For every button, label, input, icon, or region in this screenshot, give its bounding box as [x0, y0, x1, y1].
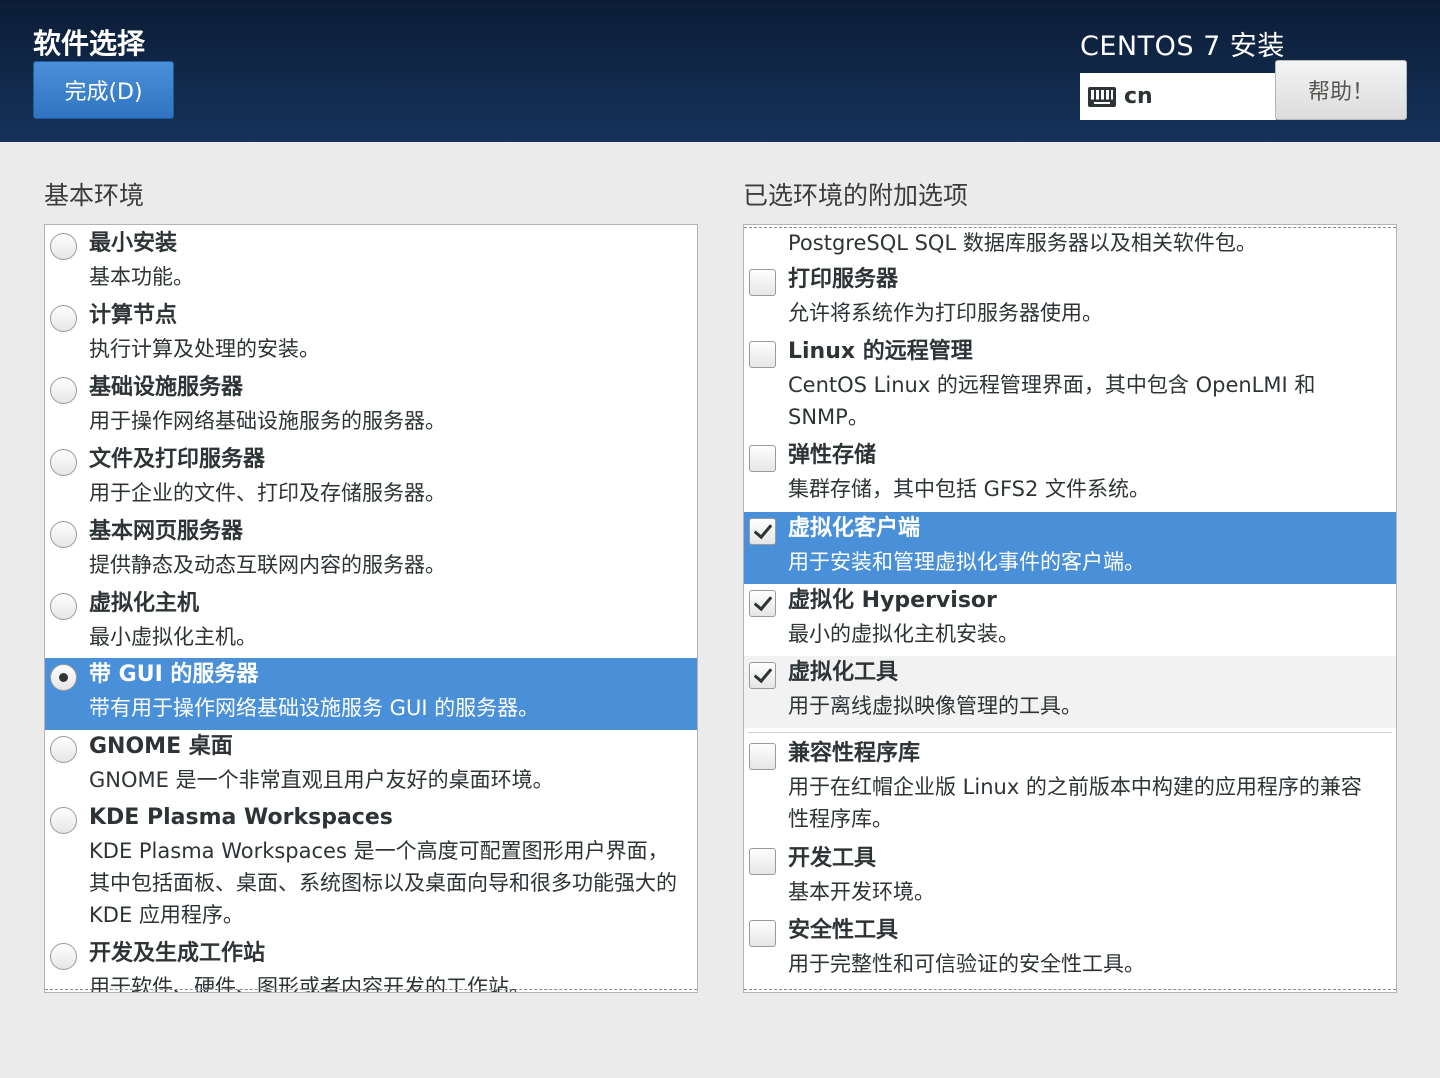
checkbox-checked[interactable] [749, 590, 776, 617]
env-desc: 带有用于操作网络基础设施服务 GUI 的服务器。 [89, 696, 540, 720]
env-option-gnome-desktop[interactable]: GNOME 桌面 GNOME 是一个非常直观且用户友好的桌面环境。 [45, 730, 697, 802]
keyboard-layout-label: cn [1124, 84, 1153, 109]
addon-title: 打印服务器 [788, 267, 899, 292]
radio-button[interactable] [50, 233, 77, 260]
header-bar: 软件选择 完成(D) CENTOS 7 安装 cn 帮助！ [0, 0, 1440, 142]
help-button[interactable]: 帮助！ [1275, 60, 1407, 120]
addon-desc: 用于在红帽企业版 Linux 的之前版本中构建的应用程序的兼容性程序库。 [788, 775, 1362, 831]
env-option-web-server[interactable]: 基本网页服务器 提供静态及动态互联网内容的服务器。 [45, 515, 697, 587]
addon-resilient-storage[interactable]: 弹性存储 集群存储，其中包括 GFS2 文件系统。 [744, 439, 1396, 511]
addon-title: 虚拟化 Hypervisor [788, 588, 997, 613]
keyboard-layout-indicator[interactable]: cn [1080, 73, 1276, 120]
checkbox-checked[interactable] [749, 518, 776, 545]
addon-virtualization-hypervisor[interactable]: 虚拟化 Hypervisor 最小的虚拟化主机安装。 [744, 584, 1396, 656]
env-desc: 执行计算及处理的安装。 [89, 337, 320, 361]
checkbox[interactable] [749, 269, 776, 296]
addon-virtualization-client[interactable]: 虚拟化客户端 用于安装和管理虚拟化事件的客户端。 [744, 512, 1396, 584]
done-button[interactable]: 完成(D) [33, 61, 174, 119]
addon-print-server[interactable]: 打印服务器 允许将系统作为打印服务器使用。 [744, 263, 1396, 335]
addons-heading: 已选环境的附加选项 [743, 181, 969, 210]
base-env-heading: 基本环境 [44, 181, 145, 210]
addon-title: 虚拟化工具 [788, 660, 899, 685]
env-desc: 最小虚拟化主机。 [89, 625, 257, 649]
addons-list[interactable]: PostgreSQL SQL 数据库服务器以及相关软件包。 打印服务器 允许将系… [743, 224, 1397, 993]
radio-button[interactable] [50, 449, 77, 476]
radio-button[interactable] [50, 377, 77, 404]
env-desc: 提供静态及动态互联网内容的服务器。 [89, 553, 446, 577]
env-title: 基础设施服务器 [89, 375, 244, 400]
radio-button[interactable] [50, 807, 77, 834]
env-desc: 基本功能。 [89, 265, 194, 289]
checkbox[interactable] [749, 743, 776, 770]
scroll-overflow-indicator [744, 989, 1396, 990]
env-option-server-with-gui[interactable]: 带 GUI 的服务器 带有用于操作网络基础设施服务 GUI 的服务器。 [45, 658, 697, 730]
radio-button[interactable] [50, 736, 77, 763]
addon-desc: 允许将系统作为打印服务器使用。 [788, 301, 1103, 325]
group-separator [748, 732, 1392, 733]
env-option-minimal[interactable]: 最小安装 基本功能。 [45, 227, 697, 299]
base-env-list[interactable]: 最小安装 基本功能。 计算节点 执行计算及处理的安装。 基础设施服务器 用于操作… [44, 224, 698, 993]
env-title: GNOME 桌面 [89, 734, 233, 759]
addon-desc: 用于安装和管理虚拟化事件的客户端。 [788, 550, 1145, 574]
env-title: 最小安装 [89, 231, 178, 256]
env-title: 虚拟化主机 [89, 591, 200, 616]
addon-desc: 最小的虚拟化主机安装。 [788, 622, 1019, 646]
keyboard-icon [1088, 86, 1116, 107]
addon-title: Linux 的远程管理 [788, 339, 973, 364]
env-title: 文件及打印服务器 [89, 447, 266, 472]
addon-title: 弹性存储 [788, 443, 877, 468]
env-option-compute-node[interactable]: 计算节点 执行计算及处理的安装。 [45, 299, 697, 371]
addon-title: 安全性工具 [788, 918, 899, 943]
checkbox[interactable] [749, 341, 776, 368]
scroll-overflow-indicator [45, 989, 697, 990]
env-title: 计算节点 [89, 303, 178, 328]
env-desc: 用于企业的文件、打印及存储服务器。 [89, 481, 446, 505]
env-desc: GNOME 是一个非常直观且用户友好的桌面环境。 [89, 768, 554, 792]
checkbox-checked[interactable] [749, 662, 776, 689]
radio-button-selected[interactable] [50, 664, 77, 691]
checkbox[interactable] [749, 445, 776, 472]
addon-desc: CentOS Linux 的远程管理界面，其中包含 OpenLMI 和 SNMP… [788, 373, 1316, 429]
env-option-dev-workstation[interactable]: 开发及生成工作站 用于软件、硬件、图形或者内容开发的工作站。 [45, 937, 697, 992]
addon-remote-management[interactable]: Linux 的远程管理 CentOS Linux 的远程管理界面，其中包含 Op… [744, 335, 1396, 439]
env-desc: KDE Plasma Workspaces 是一个高度可配置图形用户界面，其中包… [89, 839, 677, 927]
env-title: KDE Plasma Workspaces [89, 805, 393, 830]
env-desc: 用于操作网络基础设施服务的服务器。 [89, 409, 446, 433]
addon-security-tools[interactable]: 安全性工具 用于完整性和可信验证的安全性工具。 [744, 914, 1396, 986]
addon-title: 开发工具 [788, 846, 877, 871]
radio-button[interactable] [50, 593, 77, 620]
env-title: 带 GUI 的服务器 [89, 662, 259, 687]
env-option-virtualization-host[interactable]: 虚拟化主机 最小虚拟化主机。 [45, 587, 697, 659]
env-option-infrastructure-server[interactable]: 基础设施服务器 用于操作网络基础设施服务的服务器。 [45, 371, 697, 443]
page-title: 软件选择 [33, 27, 146, 60]
addon-desc: 用于完整性和可信验证的安全性工具。 [788, 952, 1145, 976]
env-option-kde-plasma[interactable]: KDE Plasma Workspaces KDE Plasma Workspa… [45, 801, 697, 937]
addon-desc: 用于离线虚拟映像管理的工具。 [788, 694, 1082, 718]
checkbox[interactable] [749, 848, 776, 875]
addon-development-tools[interactable]: 开发工具 基本开发环境。 [744, 842, 1396, 914]
env-option-file-print-server[interactable]: 文件及打印服务器 用于企业的文件、打印及存储服务器。 [45, 443, 697, 515]
product-title: CENTOS 7 安装 [1080, 31, 1285, 62]
addon-desc: 集群存储，其中包括 GFS2 文件系统。 [788, 477, 1151, 501]
addon-compatibility-libraries[interactable]: 兼容性程序库 用于在红帽企业版 Linux 的之前版本中构建的应用程序的兼容性程… [744, 737, 1396, 841]
radio-button[interactable] [50, 305, 77, 332]
addon-desc: 基本开发环境。 [788, 880, 935, 904]
env-title: 开发及生成工作站 [89, 941, 266, 966]
addon-title: 兼容性程序库 [788, 741, 921, 766]
addon-virtualization-tools[interactable]: 虚拟化工具 用于离线虚拟映像管理的工具。 [744, 656, 1396, 728]
addon-title: 虚拟化客户端 [788, 516, 921, 541]
env-title: 基本网页服务器 [89, 519, 244, 544]
checkbox[interactable] [749, 920, 776, 947]
addon-desc: PostgreSQL SQL 数据库服务器以及相关软件包。 [788, 231, 1257, 255]
radio-button[interactable] [50, 943, 77, 970]
addon-partial-item[interactable]: PostgreSQL SQL 数据库服务器以及相关软件包。 [744, 227, 1396, 261]
radio-button[interactable] [50, 521, 77, 548]
